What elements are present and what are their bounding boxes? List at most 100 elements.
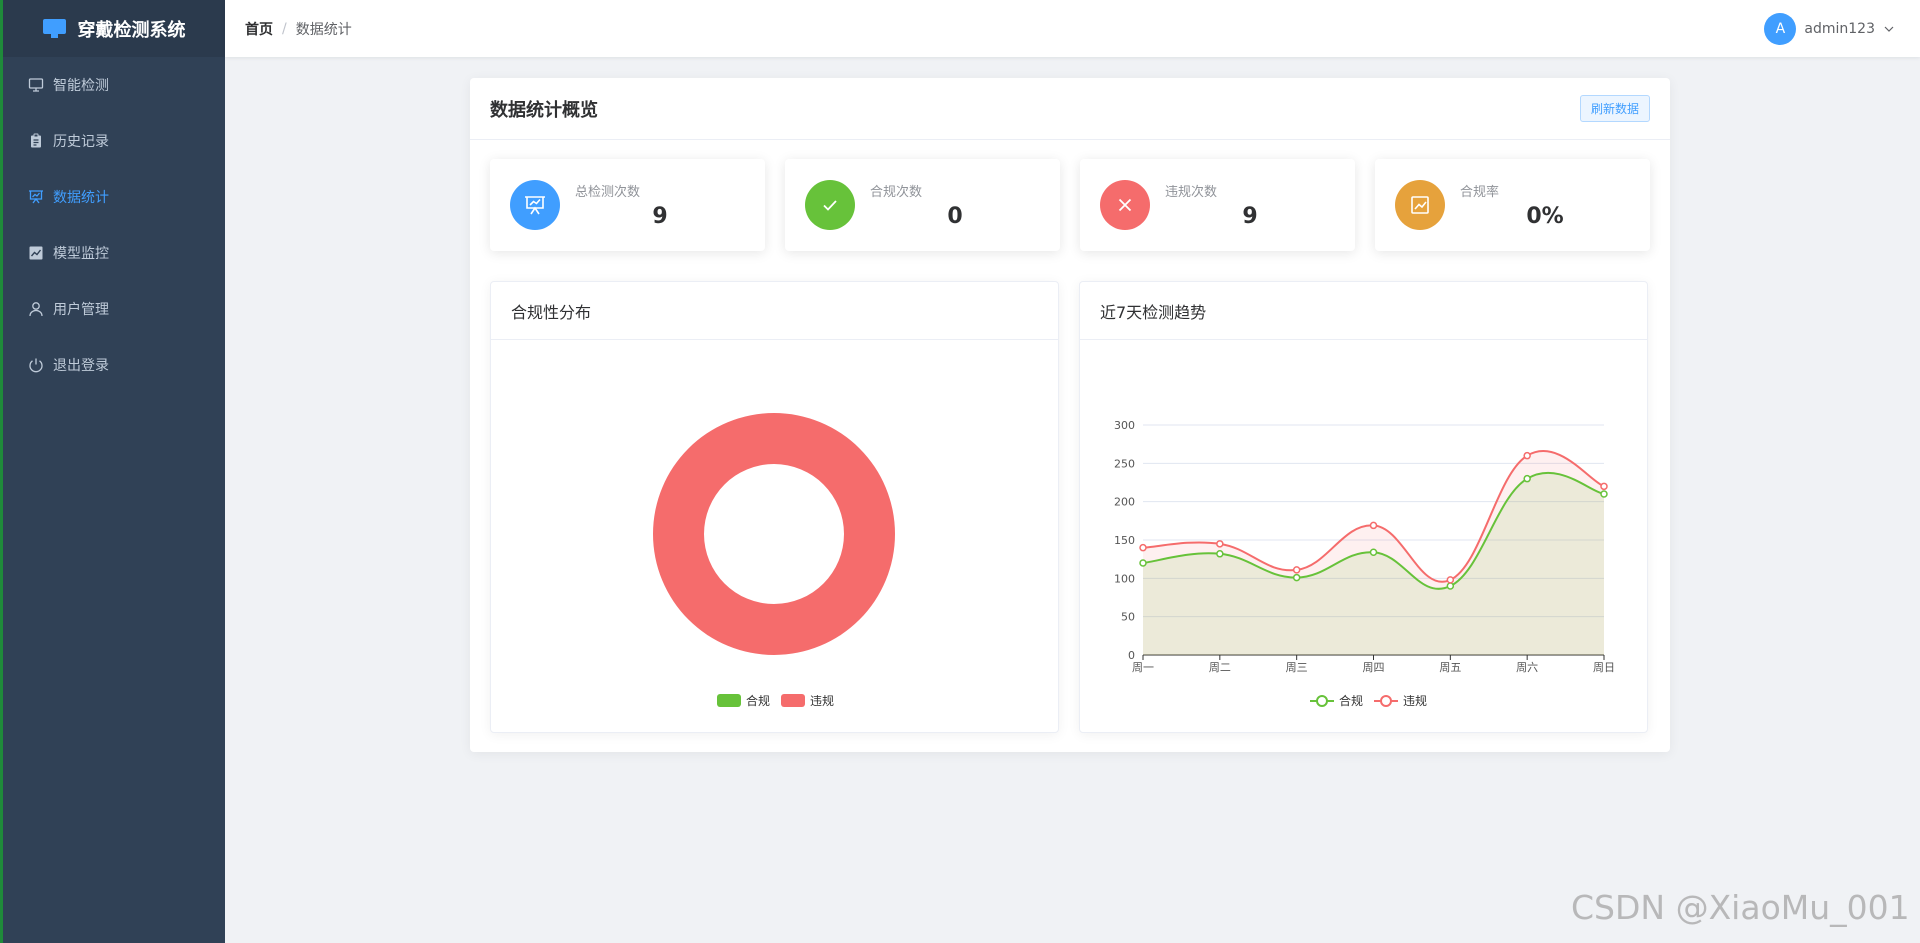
monitor-logo-icon (42, 19, 66, 38)
sidebar-item-label: 历史记录 (53, 134, 109, 150)
weekly-trend-card: 近7天检测趋势 0 50 100 150 200 250 300 周一 周二 周三 周四 周五 周六 周日… (1079, 281, 1648, 733)
legend-item-违规[interactable]: 违规 (1374, 693, 1427, 708)
sidebar-item-label: 智能检测 (53, 78, 109, 94)
breadcrumb-current: 数据统计 (295, 21, 352, 38)
data-point-合规[interactable] (1446, 582, 1455, 590)
breadcrumb-separator: / (282, 20, 287, 37)
donut-chart: 合规 违规 (491, 340, 1058, 732)
sidebar-item-statistics[interactable]: 数据统计 (3, 169, 225, 225)
legend-label: 违规 (810, 693, 834, 708)
y-tick-label: 100 (1114, 572, 1135, 585)
legend-item-合规[interactable]: 合规 (1310, 693, 1363, 708)
avatar[interactable]: A (1764, 13, 1797, 45)
sidebar: 穿戴检测系统 智能检测 历史记录 数据统计 模型监控 用户管理 退出登录 (0, 0, 225, 943)
data-point-违规[interactable] (1523, 451, 1531, 460)
top-header: 首页 / 数据统计 A admin123 (225, 0, 1920, 57)
stat-value: 0 (947, 204, 963, 229)
x-tick-label: 周四 (1363, 661, 1385, 674)
stat-card-compliant: 合规次数 0 (785, 159, 1060, 251)
x-tick-label: 周五 (1439, 661, 1461, 674)
legend-item-违规[interactable]: 违规 (781, 693, 834, 708)
sidebar-item-label: 模型监控 (53, 246, 109, 262)
breadcrumb-home[interactable]: 首页 (245, 19, 273, 39)
line-chart: 0 50 100 150 200 250 300 周一 周二 周三 周四 周五 周六 周日 合规 违规 (1080, 340, 1647, 732)
legend-swatch (717, 694, 741, 707)
user-icon (28, 301, 44, 317)
data-point-合规[interactable] (1216, 550, 1224, 558)
line-chart-icon (28, 245, 44, 261)
sidebar-item-detection[interactable]: 智能检测 (3, 57, 225, 113)
legend-swatch (781, 694, 805, 707)
chevron-down-icon (1884, 26, 1894, 32)
sidebar-item-label: 用户管理 (53, 302, 109, 318)
monitor-icon (28, 77, 44, 93)
sidebar-item-logout[interactable]: 退出登录 (3, 337, 225, 393)
y-tick-label: 50 (1121, 611, 1135, 624)
stat-value: 0% (1526, 204, 1564, 229)
series-area-合规 (1143, 472, 1604, 655)
stat-label: 违规次数 (1165, 185, 1218, 200)
sidebar-item-label: 退出登录 (53, 358, 109, 374)
stat-cards: 总检测次数 9 合规次数 0 违规次数 9 合规率 0% (490, 159, 1650, 251)
x-tick-label: 周日 (1593, 661, 1615, 674)
donut-chart-svg: 合规 违规 (653, 413, 895, 708)
x-tick-label: 周六 (1516, 661, 1538, 674)
stat-label: 合规次数 (870, 185, 923, 200)
panel-header: 数据统计概览 刷新数据 (470, 78, 1670, 140)
x-tick-label: 周三 (1286, 661, 1308, 674)
y-tick-label: 300 (1114, 419, 1135, 432)
legend-marker (1316, 695, 1328, 707)
chart-title: 合规性分布 (491, 282, 1058, 340)
power-icon (28, 357, 44, 373)
trend-icon (1395, 180, 1445, 230)
pie-slice-违规[interactable] (653, 413, 895, 655)
sidebar-item-history[interactable]: 历史记录 (3, 113, 225, 169)
line-chart-svg: 050100150200250300周一 周二 周三 周四 周五 周六 周日合规 违规 (1114, 419, 1615, 708)
sidebar-item-user-management[interactable]: 用户管理 (3, 281, 225, 337)
username[interactable]: admin123 (1804, 21, 1875, 37)
data-point-合规[interactable] (1292, 573, 1301, 582)
legend-label: 合规 (746, 693, 770, 708)
statistics-panel: 数据统计概览 刷新数据 总检测次数 9 合规次数 0 违规次数 9 合规率 0%… (470, 78, 1670, 752)
stat-label: 合规率 (1460, 185, 1500, 200)
logo: 穿戴检测系统 (3, 0, 225, 57)
data-point-合规[interactable] (1523, 474, 1531, 483)
stat-value: 9 (1242, 204, 1258, 229)
data-point-违规[interactable] (1139, 543, 1147, 552)
data-point-违规[interactable] (1446, 576, 1455, 584)
close-icon (1100, 180, 1150, 230)
check-icon (805, 180, 855, 230)
legend-item-合规[interactable]: 合规 (717, 693, 770, 708)
sidebar-item-label: 数据统计 (53, 190, 109, 206)
stat-card-total: 总检测次数 9 (490, 159, 765, 251)
data-point-合规[interactable] (1139, 559, 1147, 567)
y-tick-label: 150 (1114, 534, 1135, 547)
data-point-违规[interactable] (1292, 566, 1301, 574)
x-tick-label: 周二 (1209, 661, 1231, 674)
x-tick-label: 周一 (1132, 661, 1154, 674)
data-point-违规[interactable] (1600, 482, 1608, 491)
stat-card-compliance-rate: 合规率 0% (1375, 159, 1650, 251)
y-tick-label: 200 (1114, 496, 1135, 509)
presentation-chart-icon (28, 189, 44, 205)
data-point-合规[interactable] (1369, 548, 1378, 557)
compliance-distribution-card: 合规性分布 合规 违规 (490, 281, 1059, 733)
data-point-违规[interactable] (1369, 521, 1378, 530)
panel-title: 数据统计概览 (490, 99, 598, 121)
watermark: CSDN @XiaoMu_001 (1571, 888, 1910, 927)
data-point-合规[interactable] (1600, 490, 1608, 498)
refresh-button[interactable]: 刷新数据 (1579, 95, 1650, 122)
user-dropdown[interactable]: A admin123 (1764, 13, 1895, 45)
stat-card-violation: 违规次数 9 (1080, 159, 1355, 251)
sidebar-item-model-monitor[interactable]: 模型监控 (3, 225, 225, 281)
clipboard-icon (28, 133, 44, 149)
breadcrumb: 首页 / 数据统计 (245, 19, 352, 39)
sidebar-menu: 智能检测 历史记录 数据统计 模型监控 用户管理 退出登录 (3, 57, 225, 393)
y-tick-label: 250 (1114, 457, 1135, 470)
legend-label: 合规 (1339, 693, 1363, 708)
stat-label: 总检测次数 (575, 185, 641, 200)
app-title: 穿戴检测系统 (77, 19, 186, 41)
data-point-违规[interactable] (1216, 540, 1224, 548)
stat-value: 9 (652, 204, 668, 229)
legend-label: 违规 (1403, 693, 1427, 708)
